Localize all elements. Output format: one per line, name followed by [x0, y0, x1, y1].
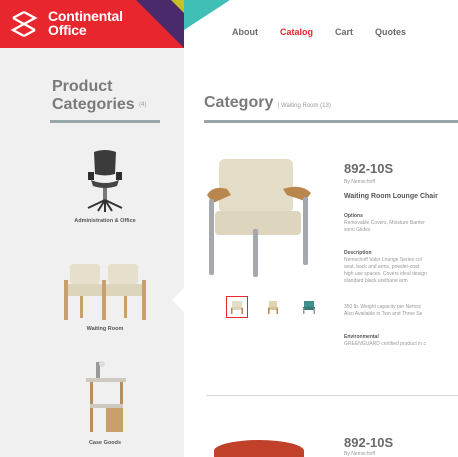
case-goods-icon [86, 361, 126, 432]
nav-cart[interactable]: Cart [335, 27, 353, 37]
sidebar: Product Categories (4) Administration & … [0, 48, 184, 457]
swatch-option-3[interactable] [298, 296, 320, 318]
swatch-option-2[interactable] [262, 296, 284, 318]
waiting-bench-icon [64, 264, 146, 320]
product-environmental: Environmental GREENGUARD certified produ… [344, 334, 426, 347]
product-capacity: 350 lb. Weight capacity per Nemsc Also A… [344, 304, 423, 317]
top-navigation: About Catalog Cart Quotes [232, 27, 406, 37]
page-subtitle: | Waiting Room (13) [277, 103, 331, 109]
swatch-option-1[interactable] [226, 296, 248, 318]
product-image-second[interactable] [214, 440, 304, 457]
product-maker: By Nemschoff [344, 179, 376, 185]
category-count: (4) [139, 102, 147, 108]
office-chair-icon [87, 150, 123, 212]
active-category-pointer [172, 288, 184, 312]
brand-name: Continental Office [48, 8, 123, 38]
nav-quotes[interactable]: Quotes [375, 27, 406, 37]
page-title: Category | Waiting Room (13) [204, 94, 331, 111]
header-teal-accent [184, 0, 230, 30]
category-waiting-room[interactable]: Waiting Room [40, 258, 170, 332]
category-case-goods[interactable]: Case Goods [40, 358, 170, 446]
product-name[interactable]: Waiting Room Lounge Chair [344, 193, 438, 200]
product-code-second[interactable]: 892-10S [344, 435, 393, 450]
sidebar-divider [50, 120, 160, 123]
brand-logo-block[interactable]: Continental Office [0, 0, 184, 48]
continental-logo-icon [10, 10, 38, 38]
nav-about[interactable]: About [232, 27, 258, 37]
chair-thumb-icon [303, 301, 315, 314]
chair-thumb-icon [268, 301, 278, 314]
category-administration-office[interactable]: Administration & Office [40, 148, 170, 224]
logo-yellow-corner [171, 0, 184, 14]
product-description: Description Nemschoff Valor Lounge Serie… [344, 250, 427, 284]
product-image-lounge-chair[interactable] [205, 155, 317, 280]
chair-thumb-icon [231, 301, 243, 314]
product-code[interactable]: 892-10S [344, 161, 393, 176]
product-maker-second: By Nemschoff [344, 451, 376, 457]
main-divider [204, 120, 458, 123]
product-options: Options Removable Covers, Moisture Barri… [344, 213, 425, 233]
color-swatches [226, 296, 320, 318]
sidebar-title: Product Categories (4) [52, 78, 147, 114]
product-divider [206, 395, 458, 396]
nav-catalog[interactable]: Catalog [280, 27, 313, 37]
